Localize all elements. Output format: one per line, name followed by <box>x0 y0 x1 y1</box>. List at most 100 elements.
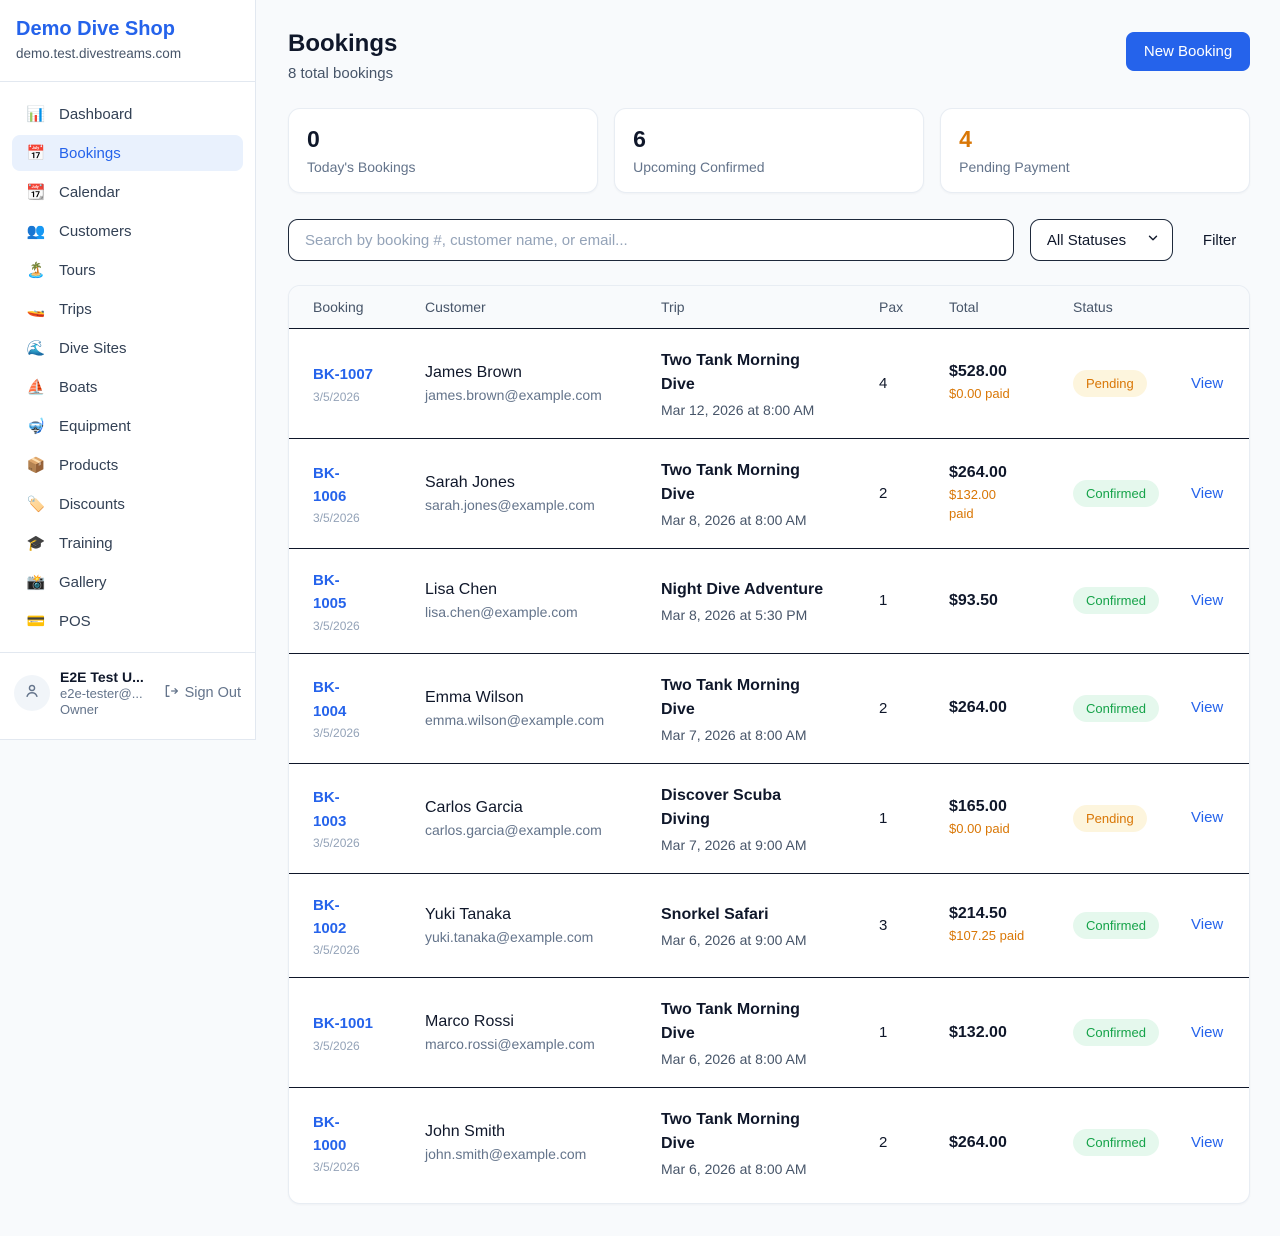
sidebar-item-label: Dashboard <box>59 106 132 123</box>
status-badge: Confirmed <box>1073 695 1159 722</box>
booking-date: 3/5/2026 <box>313 943 415 957</box>
sidebar-item-icon: 👥 <box>26 222 46 240</box>
booking-date: 3/5/2026 <box>313 726 415 740</box>
trip-datetime: Mar 8, 2026 at 5:30 PM <box>661 607 869 623</box>
total-cell: $93.50 <box>949 592 1073 610</box>
booking-date: 3/5/2026 <box>313 619 415 633</box>
sidebar-item-dive-sites[interactable]: 🌊 Dive Sites <box>12 330 243 366</box>
search-input[interactable] <box>288 219 1014 261</box>
table-row: BK- 1005 3/5/2026 Lisa Chen lisa.chen@ex… <box>289 548 1249 653</box>
sign-out-button[interactable]: Sign Out <box>163 683 241 703</box>
table-row: BK-1001 3/5/2026 Marco Rossi marco.rossi… <box>289 977 1249 1087</box>
status-badge: Pending <box>1073 370 1147 397</box>
customer-cell: Yuki Tanaka yuki.tanaka@example.com <box>425 906 661 945</box>
status-cell: Confirmed <box>1073 1129 1191 1156</box>
sidebar-item-icon: 🎓 <box>26 534 46 552</box>
sidebar-item-tours[interactable]: 🏝️ Tours <box>12 252 243 288</box>
pax-cell: 4 <box>879 375 949 392</box>
total-cell: $165.00 $0.00 paid <box>949 798 1073 839</box>
paid-amount: $0.00 paid <box>949 385 1063 404</box>
sidebar-item-products[interactable]: 📦 Products <box>12 447 243 483</box>
table-body: BK-1007 3/5/2026 James Brown james.brown… <box>289 329 1249 1197</box>
sidebar-item-customers[interactable]: 👥 Customers <box>12 213 243 249</box>
total-cell: $214.50 $107.25 paid <box>949 905 1073 946</box>
view-link[interactable]: View <box>1191 485 1223 502</box>
trip-cell: Two Tank Morning Dive Mar 12, 2026 at 8:… <box>661 349 879 418</box>
booking-id-link[interactable]: BK- 1002 <box>313 894 415 941</box>
status-badge: Confirmed <box>1073 480 1159 507</box>
booking-id-link[interactable]: BK-1007 <box>313 363 415 386</box>
status-select[interactable]: All Statuses <box>1030 219 1173 261</box>
booking-id-link[interactable]: BK- 1006 <box>313 462 415 509</box>
total-amount: $264.00 <box>949 699 1063 717</box>
filter-button[interactable]: Filter <box>1189 224 1250 257</box>
sign-out-icon <box>163 683 179 703</box>
booking-id-link[interactable]: BK- 1005 <box>313 569 415 616</box>
sidebar-item-equipment[interactable]: 🤿 Equipment <box>12 408 243 444</box>
customer-email: lisa.chen@example.com <box>425 604 651 620</box>
booking-id-link[interactable]: BK- 1003 <box>313 786 415 833</box>
total-cell: $264.00 <box>949 1134 1073 1152</box>
trip-datetime: Mar 7, 2026 at 9:00 AM <box>661 837 869 853</box>
booking-id-link[interactable]: BK-1001 <box>313 1012 415 1035</box>
status-cell: Confirmed <box>1073 695 1191 722</box>
customer-name: John Smith <box>425 1123 651 1141</box>
actions-cell: View <box>1191 375 1233 393</box>
trip-cell: Two Tank Morning Dive Mar 6, 2026 at 8:0… <box>661 1108 879 1177</box>
sidebar-user-footer: E2E Test U... e2e-tester@... Owner Sign … <box>0 652 255 739</box>
trip-name: Night Dive Adventure <box>661 578 869 602</box>
sidebar-item-icon: 🏷️ <box>26 495 46 513</box>
customer-cell: James Brown james.brown@example.com <box>425 364 661 403</box>
paid-amount: $107.25 paid <box>949 927 1063 946</box>
sidebar-item-label: Customers <box>59 223 132 240</box>
stats-row: 0 Today's Bookings 6 Upcoming Confirmed … <box>288 108 1250 193</box>
sidebar-item-label: Equipment <box>59 418 131 435</box>
sidebar-item-icon: 🚤 <box>26 300 46 318</box>
booking-id-link[interactable]: BK- 1004 <box>313 676 415 723</box>
sidebar-item-label: Training <box>59 535 113 552</box>
sidebar-item-trips[interactable]: 🚤 Trips <box>12 291 243 327</box>
sidebar-item-icon: 🌊 <box>26 339 46 357</box>
sidebar-item-icon: ⛵ <box>26 378 46 396</box>
view-link[interactable]: View <box>1191 375 1223 392</box>
user-meta: E2E Test U... e2e-tester@... Owner <box>60 669 153 717</box>
view-link[interactable]: View <box>1191 699 1223 716</box>
sidebar-item-discounts[interactable]: 🏷️ Discounts <box>12 486 243 522</box>
trip-name: Two Tank Morning Dive <box>661 998 869 1046</box>
booking-id-link[interactable]: BK- 1000 <box>313 1111 415 1158</box>
actions-cell: View <box>1191 809 1233 827</box>
total-amount: $214.50 <box>949 905 1063 923</box>
view-link[interactable]: View <box>1191 592 1223 609</box>
customer-name: Emma Wilson <box>425 689 651 707</box>
user-name: E2E Test U... <box>60 669 153 685</box>
total-cell: $132.00 <box>949 1024 1073 1042</box>
user-email: e2e-tester@... <box>60 686 153 701</box>
view-link[interactable]: View <box>1191 1024 1223 1041</box>
new-booking-button[interactable]: New Booking <box>1126 32 1250 71</box>
table-row: BK- 1004 3/5/2026 Emma Wilson emma.wilso… <box>289 653 1249 763</box>
customer-name: Carlos Garcia <box>425 799 651 817</box>
sidebar-item-bookings[interactable]: 📅 Bookings <box>12 135 243 171</box>
sidebar-item-label: POS <box>59 613 91 630</box>
sidebar-item-pos[interactable]: 💳 POS <box>12 603 243 639</box>
actions-cell: View <box>1191 485 1233 503</box>
page-title: Bookings <box>288 30 397 58</box>
view-link[interactable]: View <box>1191 916 1223 933</box>
view-link[interactable]: View <box>1191 809 1223 826</box>
trip-datetime: Mar 7, 2026 at 8:00 AM <box>661 727 869 743</box>
sidebar-item-training[interactable]: 🎓 Training <box>12 525 243 561</box>
stat-card: 4 Pending Payment <box>940 108 1250 193</box>
table-row: BK-1007 3/5/2026 James Brown james.brown… <box>289 329 1249 438</box>
sidebar-item-label: Calendar <box>59 184 120 201</box>
trip-name: Two Tank Morning Dive <box>661 349 869 397</box>
sidebar-item-calendar[interactable]: 📆 Calendar <box>12 174 243 210</box>
sidebar-item-dashboard[interactable]: 📊 Dashboard <box>12 96 243 132</box>
booking-cell: BK- 1005 3/5/2026 <box>313 569 425 633</box>
status-cell: Confirmed <box>1073 480 1191 507</box>
sidebar-item-gallery[interactable]: 📸 Gallery <box>12 564 243 600</box>
sidebar-item-icon: 🏝️ <box>26 261 46 279</box>
booking-cell: BK- 1004 3/5/2026 <box>313 676 425 740</box>
view-link[interactable]: View <box>1191 1134 1223 1151</box>
total-amount: $132.00 <box>949 1024 1063 1042</box>
sidebar-item-boats[interactable]: ⛵ Boats <box>12 369 243 405</box>
